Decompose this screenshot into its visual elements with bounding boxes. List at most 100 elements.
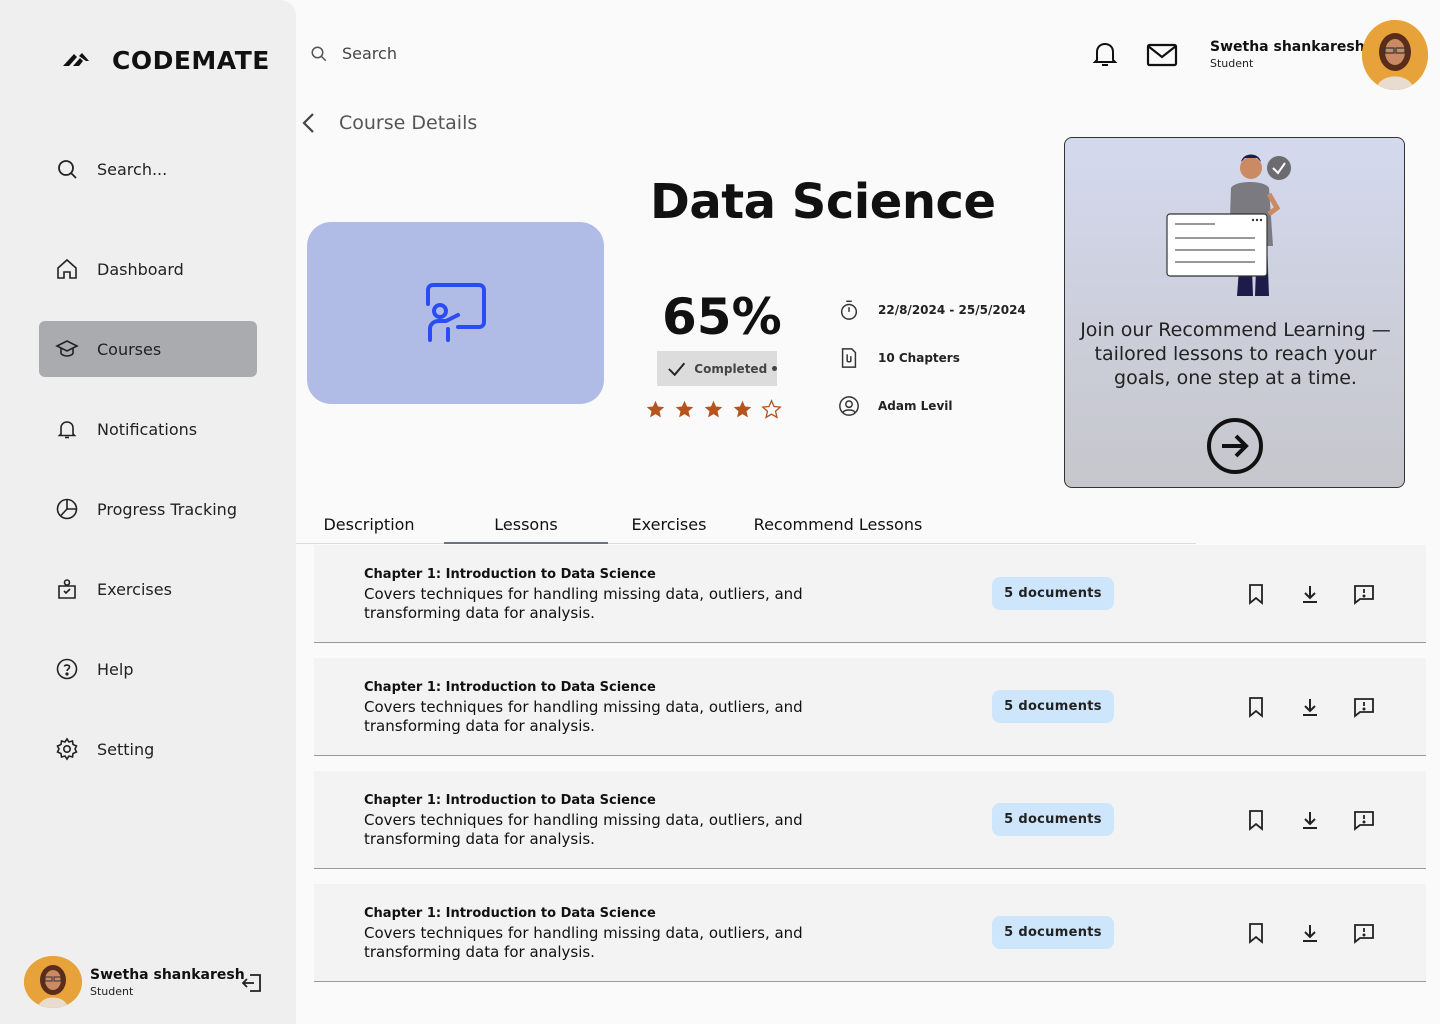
rating xyxy=(645,399,782,420)
sidebar-item-label: Setting xyxy=(97,739,155,759)
course-dates: 22/8/2024 - 25/5/2024 xyxy=(838,299,1026,321)
course-instructor-value: Adam Levil xyxy=(878,399,953,413)
pie-chart-icon xyxy=(56,498,78,520)
lesson-title: Chapter 1: Introduction to Data Science xyxy=(364,906,656,921)
logout-icon[interactable] xyxy=(240,971,264,995)
course-tabs: Description Lessons Exercises Recommend … xyxy=(296,508,1196,544)
search-icon xyxy=(311,46,327,61)
course-title: Data Science xyxy=(650,174,996,230)
download-icon[interactable] xyxy=(1299,696,1321,718)
bookmark-icon[interactable] xyxy=(1245,922,1267,944)
bookmark-icon[interactable] xyxy=(1245,583,1267,605)
gear-icon xyxy=(56,737,78,761)
recommend-learning-card[interactable]: Join our Recommend Learning — tailored l… xyxy=(1064,137,1405,488)
tab-lessons[interactable]: Lessons xyxy=(444,508,608,544)
bell-icon[interactable] xyxy=(1092,40,1118,68)
course-dates-value: 22/8/2024 - 25/5/2024 xyxy=(878,303,1026,317)
arrow-right-circle-icon[interactable] xyxy=(1206,417,1264,475)
sidebar-search-label: Search... xyxy=(97,159,168,179)
bookmark-icon[interactable] xyxy=(1245,696,1267,718)
course-image xyxy=(307,222,604,404)
course-instructor: Adam Levil xyxy=(838,395,953,417)
lesson-description: Covers techniques for handling missing d… xyxy=(364,811,803,848)
avatar[interactable] xyxy=(1362,20,1428,90)
lesson-title: Chapter 1: Introduction to Data Science xyxy=(364,567,656,582)
mail-icon[interactable] xyxy=(1146,42,1178,68)
back-arrow-icon[interactable] xyxy=(300,112,318,134)
lesson-row[interactable]: Chapter 1: Introduction to Data Science … xyxy=(314,884,1426,982)
stopwatch-icon xyxy=(840,300,858,320)
person-with-board-illustration xyxy=(1166,154,1291,296)
tab-exercises[interactable]: Exercises xyxy=(626,508,712,544)
sidebar-search[interactable]: Search... xyxy=(39,141,257,197)
download-icon[interactable] xyxy=(1299,809,1321,831)
documents-badge[interactable]: 5 documents xyxy=(992,577,1114,610)
document-icon xyxy=(841,348,857,368)
sidebar-item-setting[interactable]: Setting xyxy=(39,721,257,777)
lesson-row[interactable]: Chapter 1: Introduction to Data Science … xyxy=(314,771,1426,869)
sidebar-item-progress-tracking[interactable]: Progress Tracking xyxy=(39,481,257,537)
search-icon xyxy=(58,160,77,179)
help-icon xyxy=(56,658,78,680)
bookmark-icon[interactable] xyxy=(1245,809,1267,831)
documents-badge[interactable]: 5 documents xyxy=(992,690,1114,723)
lesson-title: Chapter 1: Introduction to Data Science xyxy=(364,793,656,808)
star-filled-icon xyxy=(646,400,665,418)
lesson-row[interactable]: Chapter 1: Introduction to Data Science … xyxy=(314,658,1426,756)
comment-alert-icon[interactable] xyxy=(1353,696,1375,718)
user-name: Swetha shankaresh xyxy=(1210,39,1365,55)
check-icon xyxy=(668,362,686,376)
user-name: Swetha shankaresh xyxy=(90,966,245,983)
app-name: CODEMATE xyxy=(112,45,270,75)
status-label: Completed xyxy=(694,361,768,376)
lesson-description: Covers techniques for handling missing d… xyxy=(364,924,803,961)
sidebar-item-label: Dashboard xyxy=(97,259,184,279)
avatar xyxy=(24,956,82,1008)
comment-alert-icon[interactable] xyxy=(1353,583,1375,605)
logo-icon xyxy=(63,53,89,66)
lesson-title: Chapter 1: Introduction to Data Science xyxy=(364,680,656,695)
sidebar-user[interactable]: Swetha shankaresh Student xyxy=(24,956,245,1008)
header-user[interactable]: Swetha shankaresh Student xyxy=(1210,39,1365,70)
course-chapters-value: 10 Chapters xyxy=(878,351,960,365)
lesson-description: Covers techniques for handling missing d… xyxy=(364,585,803,622)
top-search[interactable]: Search xyxy=(310,44,397,63)
star-filled-icon xyxy=(704,400,723,418)
exercise-bag-icon xyxy=(58,579,76,599)
progress-percent: 65% xyxy=(662,288,782,346)
comment-alert-icon[interactable] xyxy=(1353,809,1375,831)
sidebar-item-dashboard[interactable]: Dashboard xyxy=(39,241,257,297)
status-dot xyxy=(772,366,777,371)
course-chapters: 10 Chapters xyxy=(838,347,960,369)
user-role: Student xyxy=(1210,57,1254,70)
star-outline-icon xyxy=(761,399,782,419)
top-search-placeholder: Search xyxy=(342,44,397,63)
user-circle-icon xyxy=(839,396,859,416)
tab-description[interactable]: Description xyxy=(316,508,422,544)
comment-alert-icon[interactable] xyxy=(1353,922,1375,944)
documents-badge[interactable]: 5 documents xyxy=(992,803,1114,836)
sidebar-item-label: Courses xyxy=(97,339,162,359)
sidebar-item-exercises[interactable]: Exercises xyxy=(39,561,257,617)
graduation-cap-icon xyxy=(55,340,79,357)
sidebar-item-courses[interactable]: Courses xyxy=(39,321,257,377)
download-icon[interactable] xyxy=(1299,922,1321,944)
home-icon xyxy=(57,258,77,279)
app-logo[interactable]: CODEMATE xyxy=(60,44,270,76)
teacher-board-icon xyxy=(425,283,486,342)
page-title: Course Details xyxy=(339,112,478,134)
sidebar-item-label: Notifications xyxy=(97,419,198,439)
star-filled-icon xyxy=(733,400,752,418)
bell-icon xyxy=(57,421,77,439)
download-icon[interactable] xyxy=(1299,583,1321,605)
recommend-learning-text: Join our Recommend Learning — tailored l… xyxy=(1080,319,1391,389)
lesson-description: Covers techniques for handling missing d… xyxy=(364,698,803,735)
sidebar-item-notifications[interactable]: Notifications xyxy=(39,401,257,457)
documents-badge[interactable]: 5 documents xyxy=(992,916,1114,949)
tab-recommend-lessons[interactable]: Recommend Lessons xyxy=(748,508,928,544)
sidebar: CODEMATE Search... Dashboard Courses Not… xyxy=(0,0,296,1024)
sidebar-item-help[interactable]: Help xyxy=(39,641,257,697)
status-badge: Completed xyxy=(657,351,777,386)
lesson-row[interactable]: Chapter 1: Introduction to Data Science … xyxy=(314,545,1426,643)
sidebar-item-label: Progress Tracking xyxy=(97,499,237,519)
